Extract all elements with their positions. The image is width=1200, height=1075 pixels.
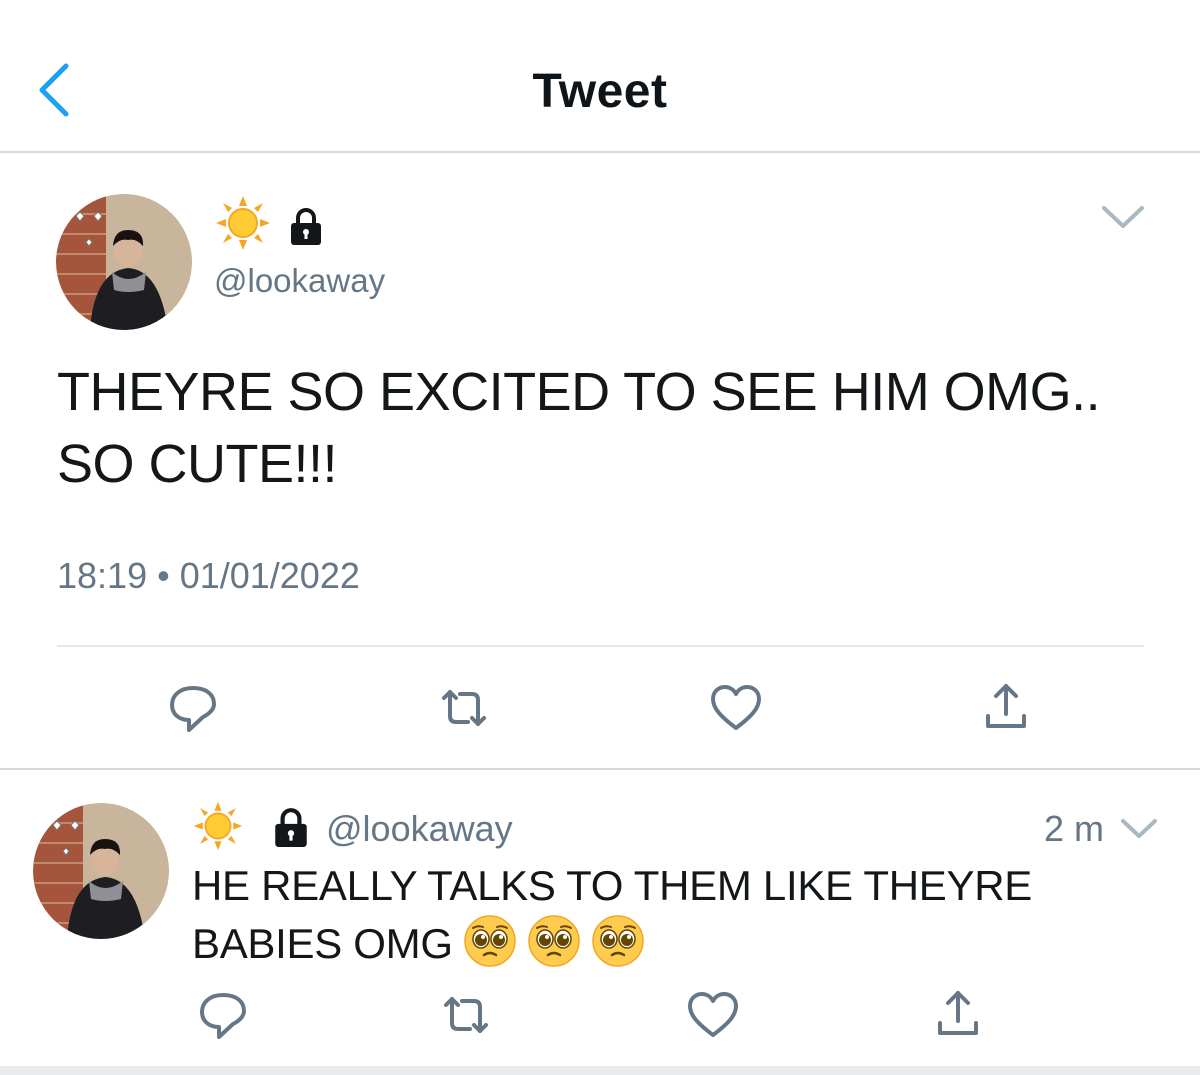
user-handle[interactable]: @lookaway xyxy=(326,808,513,850)
reply-icon[interactable] xyxy=(163,678,223,738)
chevron-down-icon[interactable] xyxy=(1098,196,1148,236)
chevron-down-icon[interactable] xyxy=(1118,812,1160,844)
retweet-icon[interactable] xyxy=(434,678,494,738)
tweet-text: HE REALLY TALKS TO THEM LIKE THEYRE BABI… xyxy=(192,858,1152,972)
share-icon[interactable] xyxy=(976,678,1036,738)
sun-emoji-icon xyxy=(192,800,244,852)
share-icon[interactable] xyxy=(928,985,988,1045)
like-icon[interactable] xyxy=(706,678,766,738)
avatar[interactable] xyxy=(33,803,169,939)
pleading-face-emoji xyxy=(463,914,517,968)
pleading-face-emoji xyxy=(591,914,645,968)
reply-icon[interactable] xyxy=(193,985,253,1045)
bottom-divider xyxy=(0,1066,1200,1075)
lock-icon xyxy=(286,206,326,246)
pleading-face-emoji xyxy=(527,914,581,968)
user-handle[interactable]: @lookaway xyxy=(214,262,385,300)
relative-time: 2 m xyxy=(1044,808,1105,849)
divider xyxy=(0,768,1200,770)
tweet-timestamp: 18:19 • 01/01/2022 xyxy=(57,555,360,596)
sun-emoji-icon xyxy=(214,194,272,252)
divider xyxy=(57,645,1144,647)
retweet-icon[interactable] xyxy=(436,985,496,1045)
avatar[interactable] xyxy=(56,194,192,330)
page-title: Tweet xyxy=(532,65,668,118)
lock-icon xyxy=(270,806,312,848)
like-icon[interactable] xyxy=(683,985,743,1045)
tweet-text: THEYRE SO EXCITED TO SEE HIM OMG.. SO CU… xyxy=(57,362,1101,494)
